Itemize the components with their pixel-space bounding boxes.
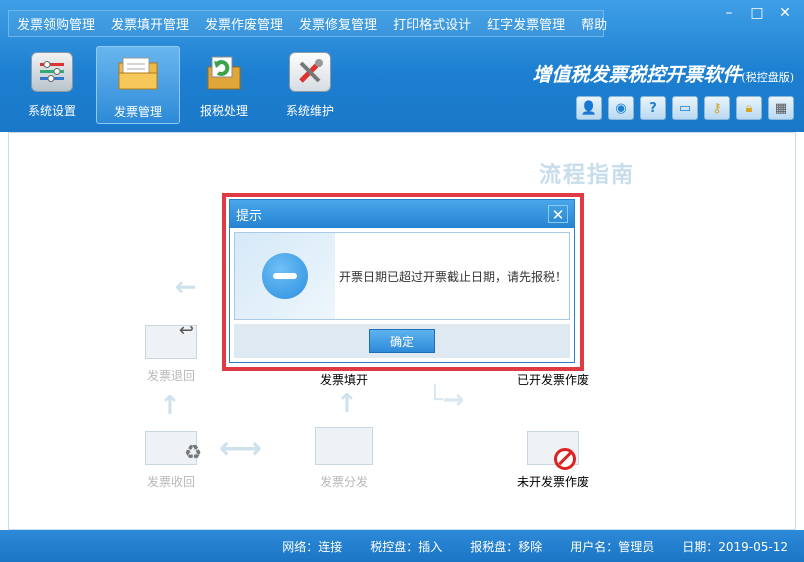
- tool-label: 报税处理: [199, 104, 248, 118]
- menu-print-format[interactable]: 打印格式设计: [385, 14, 479, 33]
- tool-label: 发票管理: [113, 105, 162, 119]
- arrow-icon: ↑: [159, 391, 181, 421]
- window-controls: – □ ✕: [718, 4, 796, 22]
- status-report-disk: 报税盘：移除: [470, 539, 543, 554]
- arrow-icon: ↑: [336, 389, 358, 419]
- invoice-recycle-icon: ♻: [145, 431, 202, 465]
- dialog-titlebar: 提示 ✕: [230, 200, 574, 228]
- step-void-unissued[interactable]: 未开发票作废: [517, 431, 589, 490]
- key-icon[interactable]: ⚷: [704, 96, 730, 120]
- menu-invoice-repair[interactable]: 发票修复管理: [291, 14, 385, 33]
- app-title-main: 增值税发票税控开票软件: [532, 64, 742, 86]
- dialog-close-button[interactable]: ✕: [548, 205, 568, 224]
- tool-system-maintenance[interactable]: 系统维护: [268, 46, 352, 124]
- dialog-message: 开票日期已超过开票截止日期，请先报税！: [339, 269, 568, 284]
- globe-icon[interactable]: ◉: [608, 96, 634, 120]
- tool-label: 系统设置: [27, 104, 76, 118]
- step-label: 未开发票作废: [517, 475, 590, 489]
- tool-label: 系统维护: [285, 104, 334, 118]
- tool-system-settings[interactable]: 系统设置: [10, 46, 94, 124]
- stop-icon: [262, 253, 308, 299]
- window-icon[interactable]: ▭: [672, 96, 698, 120]
- status-date: 日期：2019-05-12: [682, 539, 788, 554]
- step-invoice-distribute[interactable]: 发票分发: [315, 427, 373, 490]
- menu-invoice-void[interactable]: 发票作废管理: [197, 14, 291, 33]
- step-invoice-recover[interactable]: ♻ 发票收回: [145, 431, 202, 490]
- maximize-button[interactable]: □: [746, 4, 768, 22]
- user-icon[interactable]: 👤: [576, 96, 602, 120]
- step-invoice-return[interactable]: ↩ 发票退回: [145, 320, 197, 384]
- dialog-title: 提示: [236, 208, 263, 224]
- menu-help[interactable]: 帮助: [573, 14, 615, 33]
- invoice-return-icon: ↩: [145, 320, 197, 359]
- quick-tools: 👤 ◉ ? ▭ ⚷ 🔒︎ ▦: [576, 96, 794, 120]
- dialog-footer: 确定: [234, 324, 570, 358]
- arrow-icon: ⟷: [219, 431, 263, 466]
- invoice-distribute-icon: [315, 427, 373, 465]
- help-icon[interactable]: ?: [640, 96, 666, 120]
- step-label: 发票退回: [146, 369, 195, 383]
- step-label: 发票填开: [320, 373, 369, 387]
- status-user: 用户名：管理员: [570, 539, 655, 554]
- guide-title: 流程指南: [539, 163, 636, 188]
- menu-red-invoice[interactable]: 红字发票管理: [479, 14, 573, 33]
- alert-dialog: 提示 ✕ 开票日期已超过开票截止日期，请先报税！ 确定: [229, 199, 575, 363]
- lock-icon[interactable]: 🔒︎: [736, 96, 762, 120]
- menu-invoice-issue[interactable]: 发票填开管理: [103, 14, 197, 33]
- app-title: 增值税发票税控开票软件(税控盘版): [532, 60, 794, 87]
- tools-icon: [289, 52, 331, 92]
- tax-report-icon: [203, 52, 245, 92]
- arrow-icon: ↙: [166, 269, 204, 307]
- minimize-button[interactable]: –: [718, 4, 740, 22]
- status-tax-disk: 税控盘：插入: [370, 539, 443, 554]
- dialog-body: 开票日期已超过开票截止日期，请先报税！: [234, 232, 570, 320]
- status-bar: 网络：连接 税控盘：插入 报税盘：移除 用户名：管理员 日期：2019-05-1…: [0, 530, 804, 562]
- status-network: 网络：连接: [282, 539, 343, 554]
- invoice-folder-icon: [117, 53, 159, 93]
- header: 发票领购管理 发票填开管理 发票作废管理 发票修复管理 打印格式设计 红字发票管…: [0, 0, 804, 132]
- app-window: 发票领购管理 发票填开管理 发票作废管理 发票修复管理 打印格式设计 红字发票管…: [0, 0, 804, 562]
- step-label: 发票分发: [319, 475, 368, 489]
- ok-button[interactable]: 确定: [369, 329, 435, 353]
- calculator-icon[interactable]: ▦: [768, 96, 794, 120]
- close-button[interactable]: ✕: [774, 4, 796, 22]
- main-toolbar: 系统设置 发票管理 报税处理 系统维护: [10, 46, 352, 126]
- app-title-suffix: (税控盘版): [741, 71, 794, 84]
- settings-panel-icon: [31, 52, 73, 92]
- arrow-icon: └→: [427, 385, 465, 415]
- step-label: 发票收回: [146, 475, 195, 489]
- step-label: 已开发票作废: [517, 373, 590, 387]
- tool-tax-report[interactable]: 报税处理: [182, 46, 266, 124]
- tool-invoice-management[interactable]: 发票管理: [96, 46, 180, 124]
- menu-invoice-purchase[interactable]: 发票领购管理: [9, 14, 103, 33]
- invoice-void-icon: [527, 431, 579, 470]
- menu-bar: 发票领购管理 发票填开管理 发票作废管理 发票修复管理 打印格式设计 红字发票管…: [8, 10, 607, 37]
- dialog-icon-pane: [235, 233, 335, 319]
